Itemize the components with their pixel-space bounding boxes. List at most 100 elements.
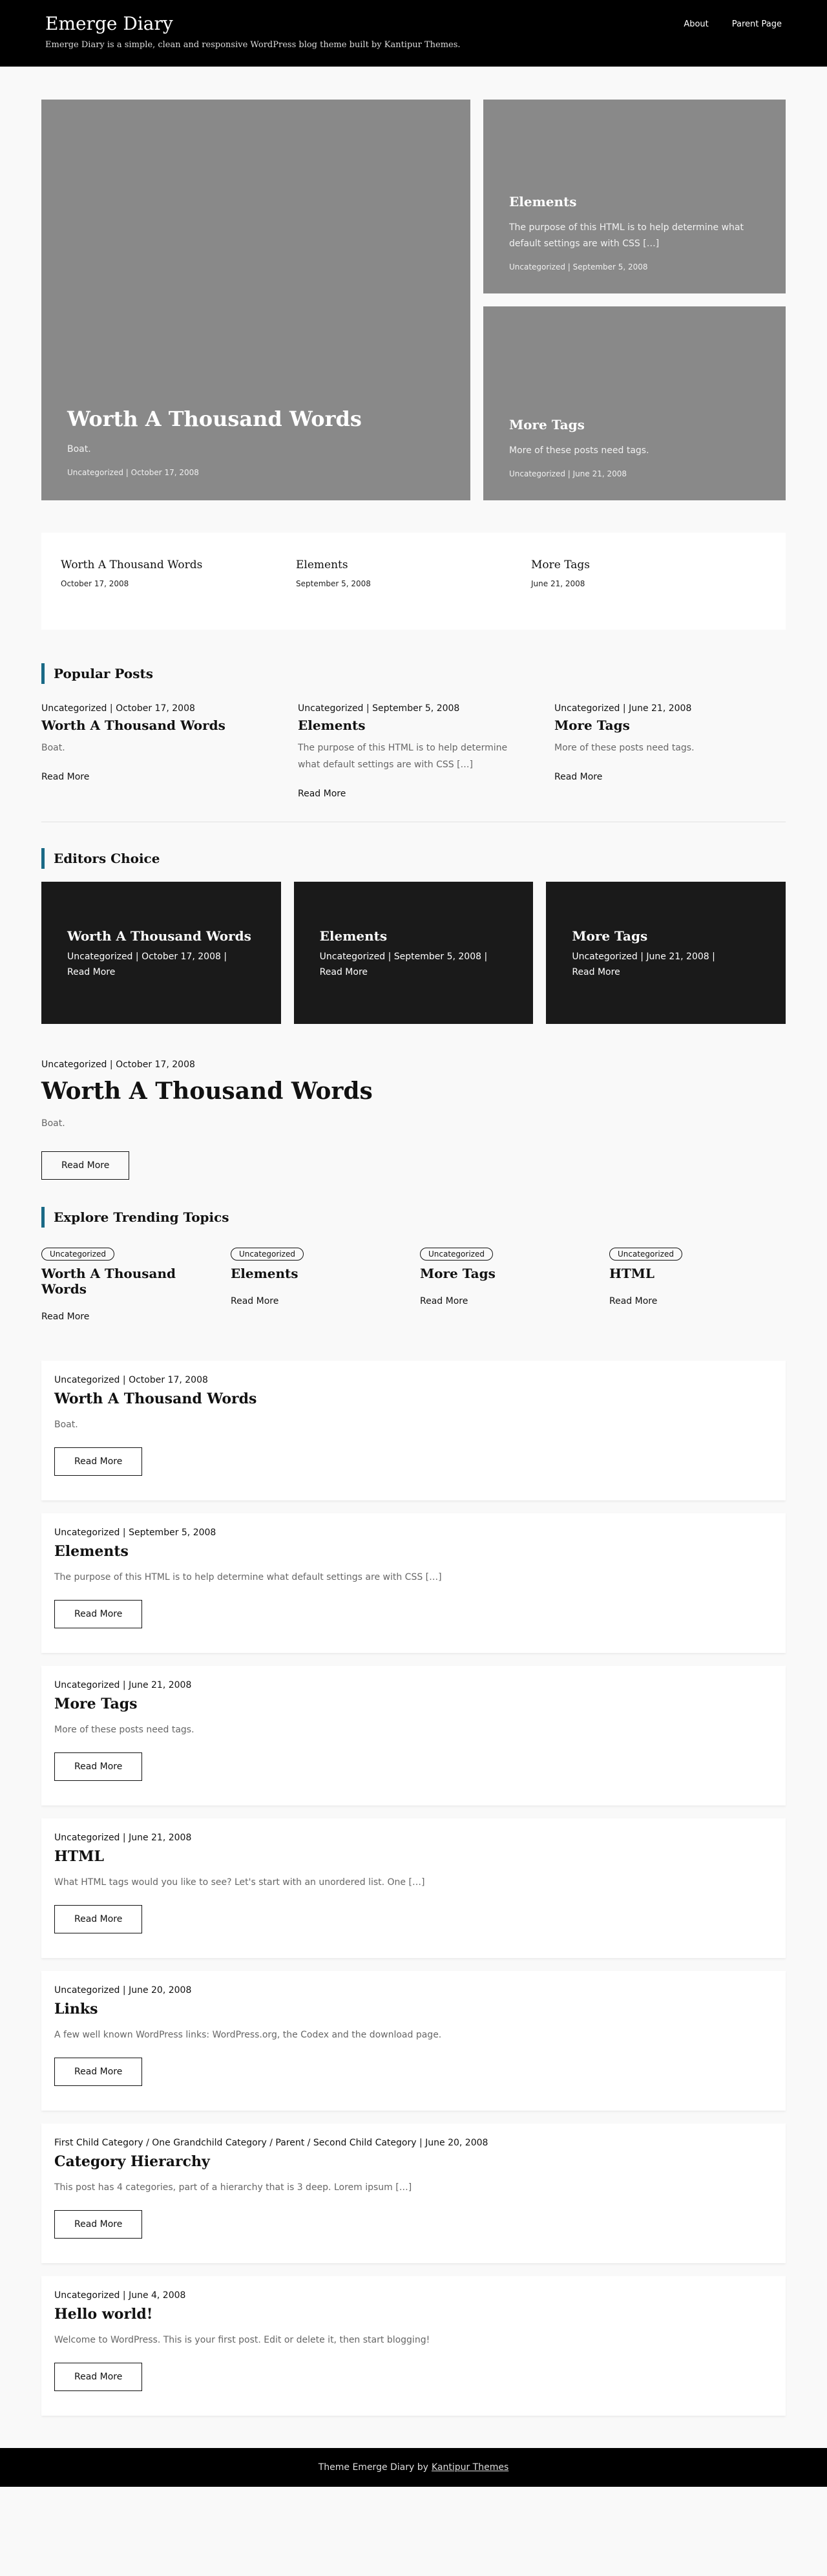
recent-post-date: June 21, 2008 [531, 579, 585, 588]
nav-item-parent-page[interactable]: Parent Page [732, 19, 782, 67]
read-more-link[interactable]: Read More [572, 967, 760, 977]
read-more-link[interactable]: Read More [420, 1296, 468, 1306]
post-title[interactable]: More Tags [54, 1696, 773, 1712]
recent-post-date: October 17, 2008 [61, 579, 129, 588]
trending-title[interactable]: HTML [609, 1266, 786, 1281]
nav-item-about[interactable]: About [684, 19, 708, 67]
read-more-button[interactable]: Read More [54, 1447, 143, 1476]
main-nav: About Parent Page [684, 19, 782, 67]
post-meta: Uncategorized | September 5, 2008 [54, 1528, 216, 1538]
post-meta: First Child Category / One Grandchild Ca… [54, 2138, 488, 2148]
trending-title[interactable]: Elements [231, 1266, 407, 1281]
editor-card[interactable]: Elements Uncategorized | September 5, 20… [293, 882, 534, 1024]
footer-credit-link[interactable]: Kantipur Themes [432, 2462, 508, 2473]
read-more-link[interactable]: Read More [231, 1296, 278, 1306]
category-badge[interactable]: Uncategorized [420, 1248, 493, 1261]
post-card: Uncategorized | June 21, 2008 More Tags … [41, 1666, 786, 1805]
post-card: Uncategorized | September 5, 2008 Elemen… [41, 1513, 786, 1653]
section-title-text: Popular Posts [54, 666, 154, 681]
read-more-button[interactable]: Read More [54, 1752, 143, 1781]
post-excerpt: This post has 4 categories, part of a hi… [54, 2182, 412, 2193]
post-title[interactable]: Elements [298, 718, 529, 733]
read-more-button[interactable]: Read More [54, 1600, 143, 1628]
hero-side-excerpt: The purpose of this HTML is to help dete… [509, 222, 744, 249]
editor-card-title[interactable]: Elements [320, 928, 508, 944]
hero-side-meta: Uncategorized | June 21, 2008 [509, 469, 627, 478]
read-more-button[interactable]: Read More [54, 2210, 143, 2239]
editor-card[interactable]: More Tags Uncategorized | June 21, 2008 … [546, 882, 786, 1024]
post-meta: Uncategorized | September 5, 2008 [298, 703, 460, 714]
post-title[interactable]: Worth A Thousand Words [41, 718, 272, 733]
post-title[interactable]: More Tags [554, 718, 785, 733]
recent-post-item[interactable]: Elements September 5, 2008 [296, 559, 531, 597]
hero-featured-post[interactable]: Worth A Thousand Words Boat. Uncategoriz… [41, 100, 470, 500]
post-excerpt: Boat. [41, 743, 65, 753]
post-card: Uncategorized | October 17, 2008 Worth A… [41, 1361, 786, 1500]
recent-post-title[interactable]: More Tags [531, 559, 766, 571]
site-footer: Theme Emerge Diary by Kantipur Themes [0, 2448, 827, 2487]
post-title[interactable]: Elements [54, 1543, 773, 1560]
read-more-link[interactable]: Read More [609, 1296, 657, 1306]
hero-side-meta: Uncategorized | September 5, 2008 [509, 262, 648, 271]
hero-side-post[interactable]: Elements The purpose of this HTML is to … [483, 100, 786, 293]
site-title[interactable]: Emerge Diary [45, 13, 461, 35]
post-card: First Child Category / One Grandchild Ca… [41, 2124, 786, 2263]
editor-card-title[interactable]: More Tags [572, 928, 760, 944]
read-more-button[interactable]: Read More [41, 1151, 130, 1180]
read-more-button[interactable]: Read More [54, 1905, 143, 1933]
post-title[interactable]: Hello world! [54, 2306, 773, 2323]
hero-title[interactable]: Worth A Thousand Words [67, 407, 445, 431]
hero-side-title[interactable]: Elements [509, 194, 760, 209]
popular-post-item: Uncategorized | June 21, 2008 More Tags … [554, 703, 785, 799]
section-title-text: Editors Choice [54, 851, 160, 866]
read-more-button[interactable]: Read More [54, 2058, 143, 2086]
read-more-link[interactable]: Read More [41, 772, 89, 782]
trending-topics: Uncategorized Worth A Thousand Words Rea… [41, 1247, 786, 1322]
recent-post-title[interactable]: Elements [296, 559, 531, 571]
recent-post-item[interactable]: More Tags June 21, 2008 [531, 559, 766, 597]
popular-post-item: Uncategorized | September 5, 2008 Elemen… [298, 703, 529, 799]
post-title[interactable]: Links [54, 2001, 773, 2017]
trending-item: Uncategorized Elements Read More [231, 1247, 407, 1322]
hero-meta: Uncategorized | October 17, 2008 [67, 468, 199, 477]
recent-post-title[interactable]: Worth A Thousand Words [61, 559, 296, 571]
read-more-button[interactable]: Read More [54, 2363, 143, 2391]
trending-item: Uncategorized More Tags Read More [420, 1247, 596, 1322]
post-card: Uncategorized | June 21, 2008 HTML What … [41, 1818, 786, 1958]
editor-card[interactable]: Worth A Thousand Words Uncategorized | O… [41, 882, 281, 1024]
section-accent-bar [41, 1207, 45, 1228]
post-meta: Uncategorized | October 17, 2008 [54, 1375, 208, 1385]
editor-card-title[interactable]: Worth A Thousand Words [67, 928, 255, 944]
featured-post: Uncategorized | October 17, 2008 Worth A… [41, 1059, 786, 1180]
trending-item: Uncategorized Worth A Thousand Words Rea… [41, 1247, 218, 1322]
trending-title[interactable]: Worth A Thousand Words [41, 1266, 218, 1297]
category-badge[interactable]: Uncategorized [231, 1248, 304, 1261]
post-meta: Uncategorized | October 17, 2008 [41, 1059, 195, 1070]
category-badge[interactable]: Uncategorized [41, 1248, 114, 1261]
read-more-link[interactable]: Read More [554, 772, 602, 782]
post-excerpt: Boat. [54, 1420, 78, 1430]
hero-side-column: Elements The purpose of this HTML is to … [483, 100, 786, 500]
section-accent-bar [41, 848, 45, 869]
editor-card-meta: Uncategorized | October 17, 2008 | [67, 952, 227, 962]
popular-post-item: Uncategorized | October 17, 2008 Worth A… [41, 703, 272, 799]
read-more-link[interactable]: Read More [298, 789, 346, 799]
post-title[interactable]: Category Hierarchy [54, 2153, 773, 2170]
read-more-link[interactable]: Read More [67, 967, 255, 977]
post-list: Uncategorized | October 17, 2008 Worth A… [41, 1361, 786, 2416]
hero-side-title[interactable]: More Tags [509, 417, 760, 432]
recent-post-item[interactable]: Worth A Thousand Words October 17, 2008 [61, 559, 296, 597]
hero-side-post[interactable]: More Tags More of these posts need tags.… [483, 306, 786, 500]
trending-title[interactable]: More Tags [420, 1266, 596, 1281]
read-more-link[interactable]: Read More [320, 967, 508, 977]
category-badge[interactable]: Uncategorized [609, 1248, 682, 1261]
post-meta: Uncategorized | June 21, 2008 [54, 1680, 192, 1690]
read-more-link[interactable]: Read More [41, 1312, 89, 1322]
post-card: Uncategorized | June 4, 2008 Hello world… [41, 2276, 786, 2416]
main-content: Worth A Thousand Words Boat. Uncategoriz… [41, 100, 786, 2416]
post-title[interactable]: Worth A Thousand Words [54, 1390, 773, 1407]
site-description: Emerge Diary is a simple, clean and resp… [45, 40, 461, 50]
branding: Emerge Diary Emerge Diary is a simple, c… [45, 13, 461, 67]
featured-title[interactable]: Worth A Thousand Words [41, 1078, 786, 1105]
post-title[interactable]: HTML [54, 1848, 773, 1865]
